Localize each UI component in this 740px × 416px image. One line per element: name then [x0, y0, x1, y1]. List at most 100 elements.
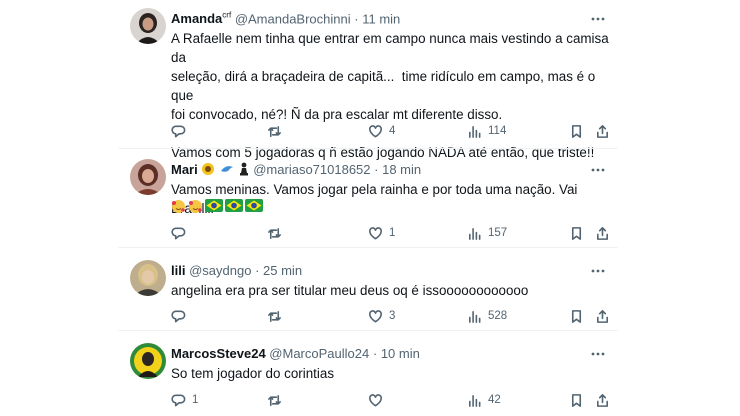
bookmark-icon: [571, 226, 582, 240]
heart-icon: [369, 393, 382, 406]
user-handle[interactable]: @saydngo: [189, 263, 251, 278]
view-count: 528: [488, 310, 508, 322]
more-options-icon[interactable]: [590, 346, 606, 362]
share-icon: [597, 226, 608, 240]
reply-button[interactable]: [171, 123, 192, 139]
more-options-icon[interactable]: [590, 11, 606, 27]
like-button[interactable]: 4: [368, 123, 395, 139]
bookmark-button[interactable]: [569, 123, 584, 139]
views-icon: [469, 394, 481, 407]
tweet[interactable]: Mari @mariaso71018652 · 18 min Vamos men…: [118, 149, 618, 247]
views-button[interactable]: 42: [467, 392, 501, 408]
separator-dot: ·: [255, 263, 260, 278]
tweet-actions: 1 42: [171, 392, 611, 408]
view-count: 157: [488, 227, 508, 239]
retweet-button[interactable]: [267, 308, 288, 324]
like-count: 3: [389, 310, 396, 322]
avatar[interactable]: [130, 8, 166, 44]
views-icon: [469, 310, 481, 323]
avatar[interactable]: [130, 159, 166, 195]
retweet-icon: [268, 310, 281, 322]
more-options-icon[interactable]: [590, 162, 606, 178]
name-superscript: crf: [222, 11, 232, 20]
views-button[interactable]: 114: [467, 123, 506, 139]
timestamp[interactable]: 18 min: [382, 162, 421, 177]
user-handle[interactable]: @mariaso71018652: [253, 162, 370, 177]
retweet-icon: [268, 125, 281, 137]
separator-dot: ·: [354, 11, 359, 27]
views-icon: [469, 227, 481, 240]
reply-button[interactable]: 1: [171, 392, 198, 408]
separator-dot: ·: [374, 162, 379, 177]
dolphin-icon: [220, 162, 234, 179]
user-handle[interactable]: @MarcoPaullo24: [269, 346, 369, 361]
avatar[interactable]: [130, 343, 166, 379]
tweet-header: MarcosSteve24 @MarcoPaullo24 · 10 min: [171, 346, 420, 361]
avatar[interactable]: [130, 260, 166, 296]
more-options-icon[interactable]: [590, 263, 606, 279]
brazil-flag-icon: [225, 199, 243, 213]
tweet[interactable]: MarcosSteve24 @MarcoPaullo24 · 10 min So…: [118, 331, 618, 416]
sunflower-icon: [201, 162, 215, 179]
reply-icon: [171, 227, 186, 239]
share-icon: [597, 124, 608, 138]
tweet-header: Mari @mariaso71018652 · 18 min: [171, 162, 421, 179]
tweet-actions: 3 528: [171, 308, 611, 324]
face-with-hearts-icon: [171, 199, 186, 213]
reply-icon: [171, 125, 186, 137]
timestamp[interactable]: 11 min: [362, 11, 400, 26]
like-count: 1: [389, 227, 396, 239]
tweet[interactable]: Amandacrf @AmandaBrochinni · 11 min A Ra…: [118, 0, 618, 160]
retweet-button[interactable]: [267, 123, 288, 139]
heart-icon: [369, 226, 382, 239]
tweet-header: lili @saydngo · 25 min: [171, 263, 302, 278]
display-name[interactable]: Mari: [171, 162, 198, 177]
share-button[interactable]: [595, 123, 610, 139]
separator-dot: ·: [372, 346, 378, 361]
face-with-hearts-icon: [188, 199, 203, 213]
share-button[interactable]: [595, 225, 610, 241]
like-button[interactable]: 1: [368, 225, 395, 241]
view-count: 114: [488, 125, 507, 137]
heart-icon: [369, 124, 382, 137]
emoji-row: [171, 199, 263, 213]
brazil-flag-icon: [205, 199, 223, 213]
bookmark-button[interactable]: [569, 308, 584, 324]
tweet-text: So tem jogador do corintias: [171, 366, 335, 381]
tweet-header: Amandacrf @AmandaBrochinni · 11 min: [171, 11, 400, 26]
display-name[interactable]: lili: [171, 263, 185, 278]
bookmark-button[interactable]: [569, 392, 584, 408]
reply-button[interactable]: [171, 308, 192, 324]
view-count: 42: [488, 394, 501, 406]
share-button[interactable]: [595, 308, 610, 324]
views-button[interactable]: 157: [467, 225, 507, 241]
like-count: 4: [389, 125, 396, 137]
tweet-actions: 4 114: [171, 123, 611, 139]
bookmark-button[interactable]: [569, 225, 584, 241]
tweet-text: A Rafaelle nem tinha que entrar em campo…: [171, 31, 609, 160]
reply-button[interactable]: [171, 225, 192, 241]
retweet-icon: [268, 227, 281, 239]
chess-pawn-icon: [239, 162, 249, 179]
user-handle[interactable]: @AmandaBrochinni: [235, 11, 351, 26]
like-button[interactable]: [368, 392, 389, 408]
like-button[interactable]: 3: [368, 308, 395, 324]
timestamp[interactable]: 25 min: [263, 263, 302, 278]
tweet[interactable]: lili @saydngo · 25 min angelina era pra …: [118, 248, 618, 330]
views-button[interactable]: 528: [467, 308, 507, 324]
display-name[interactable]: Amandacrf: [171, 11, 231, 26]
reply-icon: [171, 394, 186, 406]
display-name[interactable]: MarcosSteve24: [171, 346, 266, 361]
reply-count: 1: [192, 394, 199, 406]
retweet-button[interactable]: [267, 392, 288, 408]
bookmark-icon: [571, 393, 582, 407]
share-button[interactable]: [595, 392, 610, 408]
heart-icon: [369, 309, 382, 322]
retweet-button[interactable]: [267, 225, 288, 241]
tweet-actions: 1 157: [171, 225, 611, 241]
timestamp[interactable]: 10 min: [381, 346, 420, 361]
brazil-flag-icon: [245, 199, 263, 213]
share-icon: [597, 393, 608, 407]
views-icon: [469, 125, 481, 138]
bookmark-icon: [571, 309, 582, 323]
